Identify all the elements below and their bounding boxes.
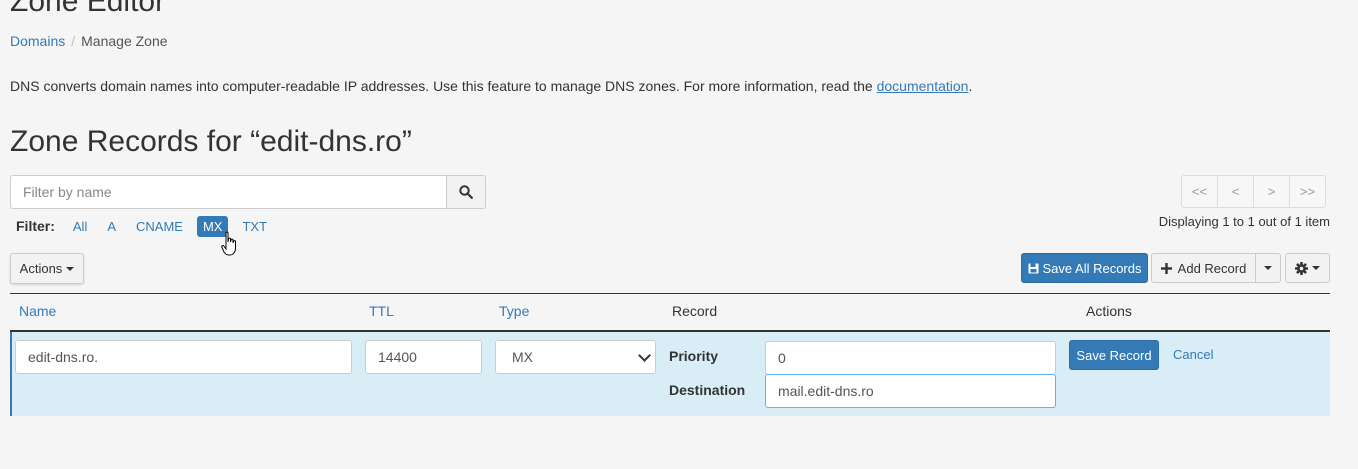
plus-icon [1160,262,1172,274]
intro-description: DNS converts domain names into computer-… [10,78,877,94]
breadcrumb: Domains / Manage Zone [10,33,168,49]
search-icon [459,185,473,199]
cancel-link[interactable]: Cancel [1173,347,1213,362]
actions-dropdown-button[interactable]: Actions [10,253,84,284]
hand-cursor-icon [221,231,236,256]
priority-input[interactable]: 0 [765,341,1056,375]
save-all-label: Save All Records [1042,260,1142,276]
breadcrumb-separator: / [71,33,76,49]
pagination: << < > >> [1181,175,1326,208]
record-type-value: MX [512,349,533,365]
column-header-actions: Actions [1086,303,1132,319]
search-button[interactable] [446,175,486,209]
add-record-label: Add Record [1177,260,1247,276]
breadcrumb-domains-link[interactable]: Domains [10,33,65,49]
pagination-info: Displaying 1 to 1 out of 1 item [1158,214,1330,229]
actions-label: Actions [19,261,63,276]
filter-all[interactable]: All [67,216,93,237]
caret-down-icon [1264,266,1272,270]
column-header-name[interactable]: Name [19,303,56,319]
zone-records-heading: Zone Records for “edit-dns.ro” [10,125,412,158]
search-input[interactable] [10,175,446,209]
table-top-border [10,293,1330,294]
column-header-type[interactable]: Type [499,303,529,319]
caret-down-icon [66,266,75,271]
column-header-ttl[interactable]: TTL [369,303,394,319]
record-type-select[interactable]: MX [495,340,656,374]
save-all-records-button[interactable]: Save All Records [1021,253,1148,283]
add-record-button[interactable]: Add Record [1151,253,1256,283]
gear-icon [1295,261,1308,275]
save-record-button[interactable]: Save Record [1069,340,1159,370]
page-title: Zone Editor [10,0,166,18]
save-icon [1028,263,1038,273]
search-group [10,175,486,209]
intro-text: DNS converts domain names into computer-… [10,78,972,94]
chevron-down-icon [638,348,651,362]
filter-txt[interactable]: TXT [236,216,273,237]
filter-a[interactable]: A [101,216,122,237]
filter-bar: Filter: All A CNAME MX TXT [16,215,281,237]
priority-label: Priority [669,348,719,364]
record-name-input[interactable]: edit-dns.ro. [15,340,352,374]
last-page-button[interactable]: >> [1289,175,1326,208]
prev-page-button[interactable]: < [1217,175,1254,208]
destination-input[interactable]: mail.edit-dns.ro [765,374,1056,408]
intro-period: . [968,78,973,94]
filter-label: Filter: [16,218,55,234]
next-page-button[interactable]: > [1253,175,1290,208]
caret-down-icon [1312,266,1320,270]
documentation-link[interactable]: documentation [877,78,969,94]
destination-label: Destination [669,382,746,398]
first-page-button[interactable]: << [1181,175,1218,208]
column-header-record: Record [672,303,718,319]
breadcrumb-current: Manage Zone [81,33,168,49]
filter-cname[interactable]: CNAME [130,216,189,237]
record-ttl-input[interactable]: 14400 [365,340,482,374]
settings-dropdown-button[interactable] [1285,253,1330,283]
add-record-dropdown-toggle[interactable] [1255,253,1281,283]
